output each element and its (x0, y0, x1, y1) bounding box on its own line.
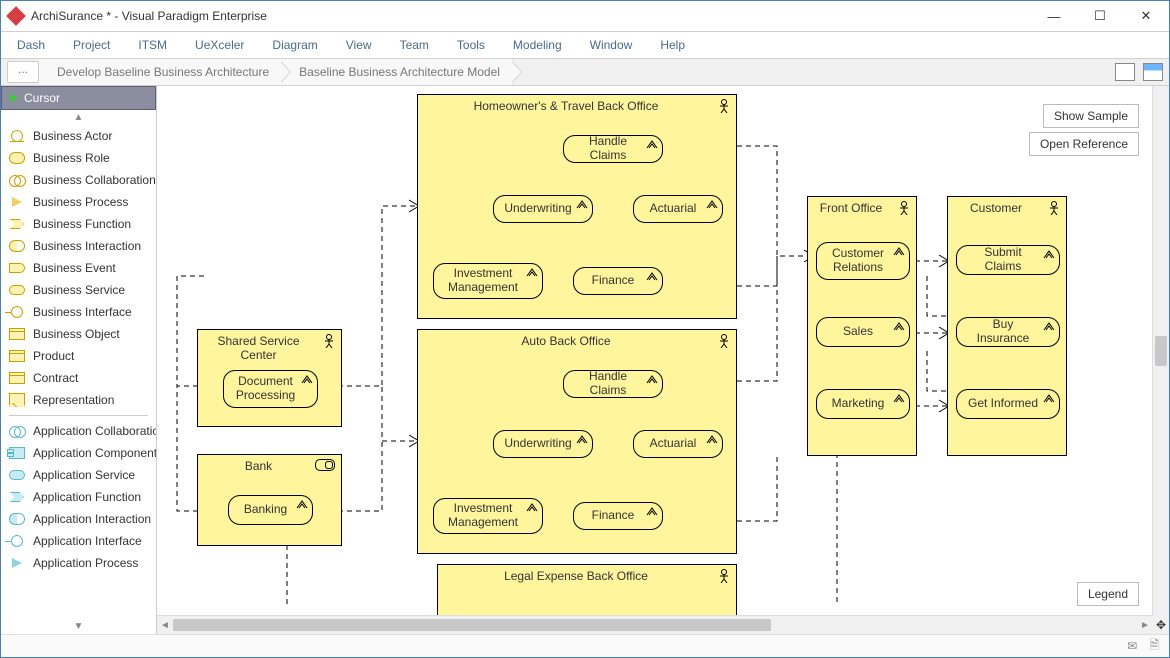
func-handle-claims-2[interactable]: Handle Claims (563, 370, 663, 398)
actor-icon (323, 334, 335, 348)
func-underwriting-2[interactable]: Underwriting (493, 430, 593, 458)
palette-collapse-up[interactable]: ▲ (1, 110, 156, 125)
group-title: Homeowner's & Travel Back Office (418, 99, 714, 113)
func-banking[interactable]: Banking (228, 495, 313, 525)
doc-icon[interactable]: 🗎 (1149, 636, 1159, 657)
func-handle-claims-1[interactable]: Handle Claims (563, 135, 663, 163)
show-sample-button[interactable]: Show Sample (1043, 104, 1139, 128)
func-underwriting-1[interactable]: Underwriting (493, 195, 593, 223)
actor-icon (898, 201, 910, 215)
menu-project[interactable]: Project (73, 38, 110, 52)
palette-business-interface[interactable]: Business Interface (1, 301, 156, 323)
actor-icon (1048, 201, 1060, 215)
func-finance-1[interactable]: Finance (573, 267, 663, 295)
group-auto-back-office[interactable]: Auto Back Office Handle Claims Underwrit… (417, 329, 737, 554)
pan-icon[interactable]: ✥ (1153, 616, 1169, 634)
palette-representation[interactable]: Representation (1, 389, 156, 411)
palette-cursor[interactable]: Cursor (1, 86, 156, 110)
menu-team[interactable]: Team (400, 38, 429, 52)
breadcrumb-2[interactable]: Baseline Business Architecture Model (281, 59, 512, 85)
diagram-canvas[interactable]: Homeowner's & Travel Back Office Handle … (157, 86, 1169, 634)
palette-collapse-down[interactable]: ▼ (1, 619, 156, 634)
palette-product[interactable]: Product (1, 345, 156, 367)
func-finance-2[interactable]: Finance (573, 502, 663, 530)
minimize-button[interactable]: — (1031, 1, 1077, 31)
menubar: Dash Project ITSM UeXceler Diagram View … (1, 32, 1169, 59)
group-title: Auto Back Office (418, 334, 714, 348)
palette-business-interaction[interactable]: Business Interaction (1, 235, 156, 257)
group-shared-service-center[interactable]: Shared Service Center Document Processin… (197, 329, 342, 427)
palette-business-function[interactable]: Business Function (1, 213, 156, 235)
palette-application-interaction[interactable]: Application Interaction (1, 508, 156, 530)
group-title: Legal Expense Back Office (438, 569, 714, 583)
menu-itsm[interactable]: ITSM (138, 38, 167, 52)
group-bank[interactable]: Bank Banking (197, 454, 342, 546)
func-customer-relations[interactable]: Customer Relations (816, 242, 910, 280)
group-customer[interactable]: Customer Submit Claims Buy Insurance Get… (947, 196, 1067, 456)
actor-icon (718, 569, 730, 583)
new-diagram-icon[interactable] (1143, 63, 1163, 81)
group-front-office[interactable]: Front Office Customer Relations Sales Ma… (807, 196, 917, 456)
breadcrumb-1[interactable]: Develop Baseline Business Architecture (39, 59, 281, 85)
func-marketing[interactable]: Marketing (816, 389, 910, 419)
open-reference-button[interactable]: Open Reference (1029, 132, 1139, 156)
palette-business-service[interactable]: Business Service (1, 279, 156, 301)
palette-application-function[interactable]: Application Function (1, 486, 156, 508)
breadcrumb: ... Develop Baseline Business Architectu… (1, 59, 1169, 86)
palette-separator (9, 415, 148, 416)
titlebar: ArchiSurance * - Visual Paradigm Enterpr… (1, 1, 1169, 32)
menu-tools[interactable]: Tools (457, 38, 485, 52)
func-sales[interactable]: Sales (816, 317, 910, 347)
func-buy-insurance[interactable]: Buy Insurance (956, 317, 1060, 347)
actor-icon (718, 99, 730, 113)
func-investment-mgmt-1[interactable]: Investment Management (433, 263, 543, 299)
window-title: ArchiSurance * - Visual Paradigm Enterpr… (31, 9, 1031, 23)
group-homeowner-back-office[interactable]: Homeowner's & Travel Back Office Handle … (417, 94, 737, 319)
group-title: Shared Service Center (198, 334, 319, 362)
palette-application-interface[interactable]: Application Interface (1, 530, 156, 552)
statusbar: ✉ 🗎 (1, 634, 1169, 657)
menu-help[interactable]: Help (660, 38, 685, 52)
palette-business-event[interactable]: Business Event (1, 257, 156, 279)
menu-view[interactable]: View (346, 38, 372, 52)
mail-icon[interactable]: ✉ (1127, 639, 1137, 653)
menu-modeling[interactable]: Modeling (513, 38, 562, 52)
group-title: Customer (948, 201, 1044, 215)
palette-application-component[interactable]: Application Component (1, 442, 156, 464)
func-submit-claims[interactable]: Submit Claims (956, 245, 1060, 275)
breadcrumb-more[interactable]: ... (7, 61, 39, 83)
device-icon (315, 459, 335, 471)
layout-icon[interactable] (1115, 63, 1135, 81)
menu-dash[interactable]: Dash (17, 38, 45, 52)
menu-uexceler[interactable]: UeXceler (195, 38, 244, 52)
menu-diagram[interactable]: Diagram (272, 38, 317, 52)
group-title: Bank (198, 459, 319, 473)
actor-icon (718, 334, 730, 348)
group-title: Front Office (808, 201, 894, 215)
palette-business-process[interactable]: Business Process (1, 191, 156, 213)
palette-contract[interactable]: Contract (1, 367, 156, 389)
vertical-scrollbar[interactable] (1152, 86, 1169, 616)
canvas-area: Homeowner's & Travel Back Office Handle … (157, 86, 1169, 634)
palette-application-service[interactable]: Application Service (1, 464, 156, 486)
close-button[interactable]: ✕ (1123, 1, 1169, 31)
app-logo-icon (6, 6, 26, 26)
palette-business-collaboration[interactable]: Business Collaboration (1, 169, 156, 191)
palette-business-role[interactable]: Business Role (1, 147, 156, 169)
palette-business-actor[interactable]: Business Actor (1, 125, 156, 147)
func-investment-mgmt-2[interactable]: Investment Management (433, 498, 543, 534)
palette: Cursor ▲ Business Actor Business Role Bu… (1, 86, 157, 634)
legend-button[interactable]: Legend (1077, 582, 1139, 606)
horizontal-scrollbar[interactable]: ◄► (157, 615, 1153, 634)
func-get-informed[interactable]: Get Informed (956, 389, 1060, 419)
palette-application-collaboration[interactable]: Application Collaboration (1, 420, 156, 442)
func-actuarial-2[interactable]: Actuarial (633, 430, 723, 458)
palette-business-object[interactable]: Business Object (1, 323, 156, 345)
func-actuarial-1[interactable]: Actuarial (633, 195, 723, 223)
func-document-processing[interactable]: Document Processing (223, 370, 318, 408)
palette-application-process[interactable]: Application Process (1, 552, 156, 574)
maximize-button[interactable]: ☐ (1077, 1, 1123, 31)
menu-window[interactable]: Window (590, 38, 633, 52)
